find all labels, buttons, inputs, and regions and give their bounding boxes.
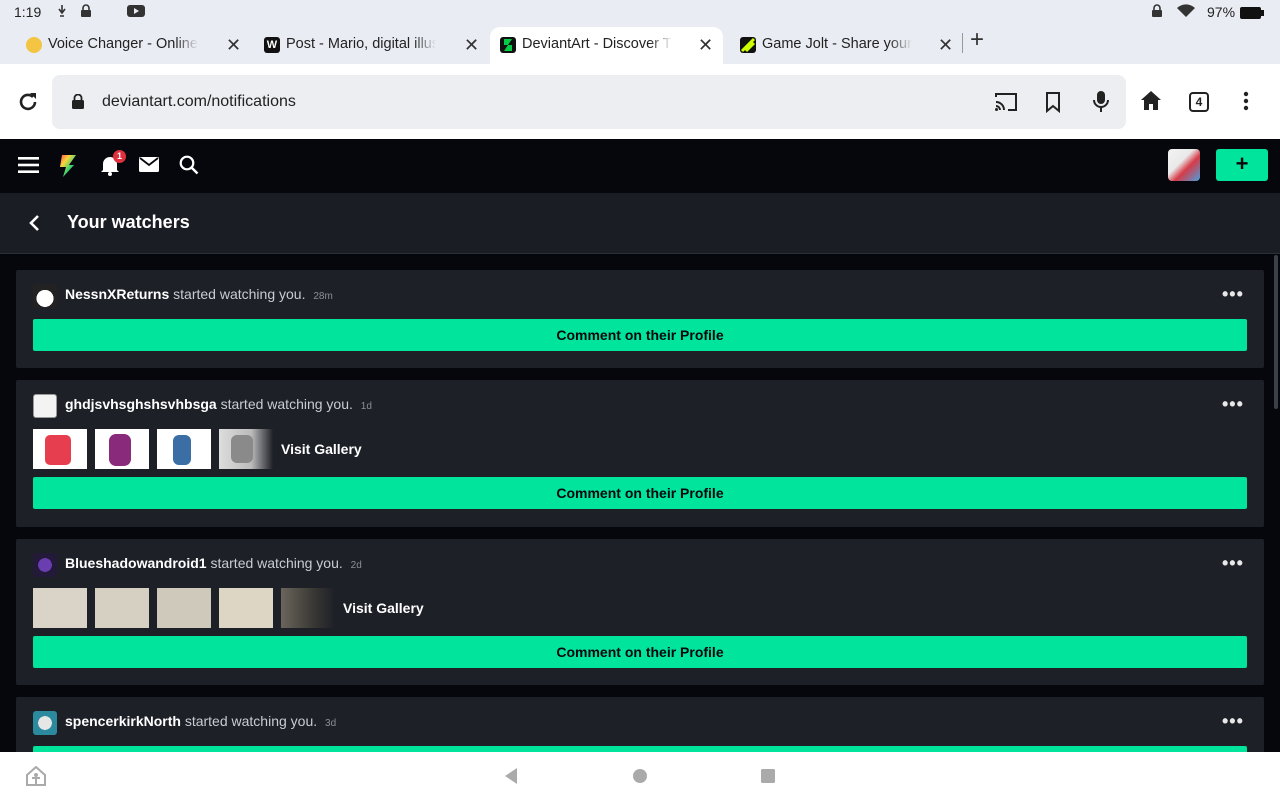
browser-toolbar: deviantart.com/notifications 4 — [0, 64, 1280, 139]
watcher-action: started watching you. — [210, 555, 343, 571]
reload-icon[interactable] — [16, 90, 40, 119]
site-header: 1 + — [0, 139, 1280, 193]
watcher-avatar[interactable] — [33, 394, 57, 418]
url-text[interactable]: deviantart.com/notifications — [102, 93, 296, 111]
microphone-icon[interactable] — [1093, 90, 1109, 119]
watcher-line: NessnXReturns started watching you. 28m — [65, 286, 333, 302]
watcher-card: spencerkirkNorth started watching you. 3… — [16, 697, 1264, 752]
watcher-line: Blueshadowandroid1 started watching you.… — [65, 555, 362, 571]
recents-square-icon[interactable] — [760, 768, 776, 789]
comment-on-profile-button[interactable]: Comment on their Profile — [33, 636, 1247, 668]
watcher-action: started watching you. — [184, 713, 318, 729]
tab-divider — [962, 33, 963, 53]
more-options-icon[interactable]: ••• — [1222, 394, 1244, 415]
youtube-icon — [127, 4, 145, 21]
home-circle-icon[interactable] — [632, 768, 648, 789]
cast-icon[interactable] — [994, 91, 1018, 118]
create-button[interactable]: + — [1216, 149, 1268, 181]
notification-count-badge: 1 — [113, 150, 126, 163]
tab-deviantart[interactable]: DeviantArt - Discover The Largest ✕ — [490, 27, 723, 64]
watcher-line: ghdjsvhsghshsvhbsga started watching you… — [65, 396, 372, 412]
close-icon[interactable]: ✕ — [464, 36, 479, 54]
watcher-time: 28m — [313, 291, 333, 302]
accessibility-home-icon[interactable] — [25, 765, 47, 791]
scrollbar[interactable] — [1274, 255, 1278, 409]
notifications-page: Your watchers NessnXReturns started watc… — [0, 193, 1280, 752]
more-vert-icon[interactable] — [1242, 90, 1250, 117]
more-options-icon[interactable]: ••• — [1222, 553, 1244, 574]
tab-game-jolt[interactable]: Game Jolt - Share your creations ✕ — [714, 27, 960, 64]
watcher-avatar[interactable] — [33, 284, 57, 308]
watcher-username[interactable]: spencerkirkNorth — [65, 713, 181, 729]
gallery-thumbnail[interactable] — [33, 588, 87, 628]
w-favicon-icon: W — [264, 37, 280, 53]
watcher-action: started watching you. — [220, 396, 353, 412]
status-bar: 1:19 97% — [0, 0, 1280, 24]
watcher-username[interactable]: Blueshadowandroid1 — [65, 555, 207, 571]
battery-level: 97% — [1207, 4, 1236, 20]
new-tab-icon[interactable]: + — [970, 28, 984, 52]
secure-lock-icon[interactable] — [72, 93, 84, 114]
tab-post-mario[interactable]: W Post - Mario, digital illustration ✕ — [238, 27, 484, 64]
gallery-thumbnail[interactable] — [219, 429, 273, 469]
watcher-time: 3d — [325, 718, 337, 729]
watcher-time: 1d — [360, 401, 372, 412]
game-jolt-favicon-icon — [740, 37, 756, 53]
tab-switcher-button[interactable]: 4 — [1188, 91, 1210, 118]
page-title: Your watchers — [67, 212, 190, 232]
close-icon[interactable]: ✕ — [698, 36, 713, 54]
vpn-lock-icon — [1150, 4, 1164, 21]
watcher-card: ghdjsvhsghshsvhbsga started watching you… — [16, 380, 1264, 527]
menu-icon[interactable] — [18, 156, 39, 179]
more-options-icon[interactable]: ••• — [1222, 284, 1244, 305]
watcher-action: started watching you. — [173, 286, 306, 302]
gallery-thumbnail[interactable] — [157, 588, 211, 628]
search-icon[interactable] — [179, 155, 199, 180]
page-header: Your watchers — [0, 193, 1280, 254]
gallery-thumbnail[interactable] — [219, 588, 273, 628]
tab-strip: Voice Changer - Online & Free ✕ W Post -… — [0, 24, 1280, 64]
watcher-avatar[interactable] — [33, 553, 57, 577]
watcher-card: Blueshadowandroid1 started watching you.… — [16, 539, 1264, 685]
watcher-avatar[interactable] — [33, 711, 57, 735]
back-triangle-icon[interactable] — [503, 767, 519, 790]
battery-icon — [1240, 6, 1264, 22]
visit-gallery-link[interactable]: Visit Gallery — [281, 441, 362, 457]
bookmark-icon[interactable] — [1045, 91, 1061, 118]
gallery-thumbnail[interactable] — [281, 588, 335, 628]
watcher-username[interactable]: NessnXReturns — [65, 286, 169, 302]
tab-voice-changer[interactable]: Voice Changer - Online & Free ✕ — [0, 27, 246, 64]
watcher-username[interactable]: ghdjsvhsghshsvhbsga — [65, 396, 217, 412]
gallery-thumbnail[interactable] — [95, 429, 149, 469]
comment-on-profile-button[interactable]: Comment on their Profile — [33, 477, 1247, 509]
sound-icon — [56, 4, 68, 21]
close-icon[interactable]: ✕ — [938, 36, 953, 54]
voice-changer-favicon-icon — [26, 37, 42, 53]
clock: 1:19 — [14, 4, 42, 20]
comment-on-profile-button[interactable]: Comment on their Profile — [33, 319, 1247, 351]
back-arrow-icon[interactable] — [28, 213, 42, 238]
visit-gallery-link[interactable]: Visit Gallery — [343, 600, 424, 616]
more-options-icon[interactable]: ••• — [1222, 711, 1244, 732]
gallery-thumbnail[interactable] — [33, 429, 87, 469]
gallery-thumbnail[interactable] — [157, 429, 211, 469]
deviantart-logo-icon[interactable] — [58, 153, 78, 184]
watcher-time: 2d — [350, 560, 362, 571]
tab-title: Voice Changer - Online & Free — [48, 36, 198, 52]
deviantart-favicon-icon — [500, 37, 516, 53]
wifi-icon — [1176, 4, 1196, 21]
address-bar[interactable]: deviantart.com/notifications — [52, 75, 1126, 129]
tab-count: 4 — [1195, 95, 1203, 109]
watcher-line: spencerkirkNorth started watching you. 3… — [65, 713, 336, 729]
lock-icon — [80, 4, 92, 21]
gallery-thumbnail[interactable] — [95, 588, 149, 628]
tab-title: Game Jolt - Share your creations — [762, 36, 912, 52]
system-nav-bar — [0, 752, 1280, 800]
watcher-card: NessnXReturns started watching you. 28m … — [16, 270, 1264, 368]
tab-title: DeviantArt - Discover The Largest — [522, 36, 672, 52]
messages-envelope-icon[interactable] — [139, 157, 159, 177]
user-avatar[interactable] — [1168, 149, 1200, 181]
tab-title: Post - Mario, digital illustration — [286, 36, 436, 52]
home-icon[interactable] — [1140, 90, 1162, 117]
